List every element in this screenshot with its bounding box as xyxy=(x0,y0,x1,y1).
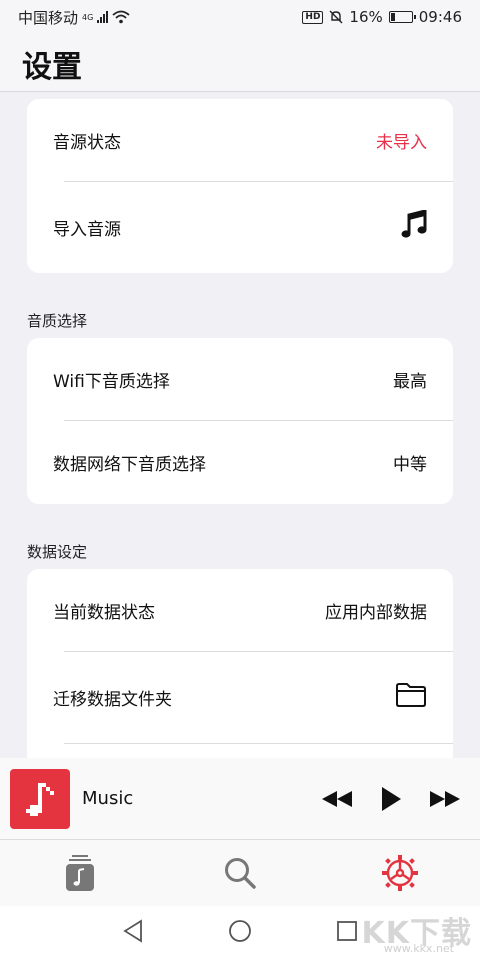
wifi-quality-row[interactable]: Wifi下音质选择 最高 xyxy=(27,338,453,420)
tab-settings[interactable] xyxy=(370,848,430,898)
home-button[interactable] xyxy=(228,919,252,947)
header: 设置 xyxy=(0,34,480,92)
wifi-icon xyxy=(112,10,130,24)
migrate-folder-row[interactable]: 迁移数据文件夹 xyxy=(27,651,453,743)
mobile-quality-value: 中等 xyxy=(393,454,427,475)
mini-player[interactable]: Music xyxy=(0,758,480,840)
search-icon xyxy=(225,858,256,889)
carrier-label: 中国移动 xyxy=(18,8,79,27)
tab-bar xyxy=(0,840,480,906)
back-triangle-icon xyxy=(123,919,142,943)
album-art[interactable] xyxy=(10,768,70,829)
previous-button[interactable] xyxy=(320,789,354,809)
recents-button[interactable] xyxy=(336,920,358,946)
music-note-icon[interactable] xyxy=(401,208,427,245)
import-source-row[interactable]: 导入音源 xyxy=(27,181,453,273)
data-row-partial[interactable] xyxy=(27,743,453,758)
network-type: 4G xyxy=(82,12,94,22)
song-title: Music xyxy=(82,788,134,809)
quality-card: Wifi下音质选择 最高 数据网络下音质选择 中等 xyxy=(27,338,453,504)
hd-icon: HD xyxy=(302,10,324,24)
rewind-icon xyxy=(322,790,352,807)
section-title-data: 数据设定 xyxy=(27,543,88,561)
section-title-quality: 音质选择 xyxy=(27,312,88,330)
data-status-value: 应用内部数据 xyxy=(325,602,427,623)
divider xyxy=(64,181,453,182)
divider xyxy=(64,651,453,652)
clock: 09:46 xyxy=(418,8,462,26)
source-card: 音源状态 未导入 导入音源 xyxy=(27,99,453,273)
back-button[interactable] xyxy=(122,919,144,947)
page-title: 设置 xyxy=(22,50,82,85)
source-status-value: 未导入 xyxy=(376,132,427,153)
next-button[interactable] xyxy=(428,789,462,809)
wifi-quality-value: 最高 xyxy=(393,371,427,392)
battery-percent: 16% xyxy=(349,8,383,26)
signal-icon xyxy=(97,11,109,23)
source-status-row[interactable]: 音源状态 未导入 xyxy=(27,99,453,181)
mobile-quality-row[interactable]: 数据网络下音质选择 中等 xyxy=(27,420,453,504)
mute-bell-icon xyxy=(329,10,343,24)
divider xyxy=(64,743,453,744)
row-label: 导入音源 xyxy=(53,219,121,240)
folder-icon[interactable] xyxy=(395,682,427,713)
row-label: Wifi下音质选择 xyxy=(53,371,170,392)
row-label: 数据网络下音质选择 xyxy=(53,454,206,475)
data-status-row[interactable]: 当前数据状态 应用内部数据 xyxy=(27,569,453,651)
divider xyxy=(64,420,453,421)
status-bar: 中国移动 4G HD 16% 09:46 xyxy=(0,0,480,34)
recents-square-icon xyxy=(337,921,357,941)
row-label: 迁移数据文件夹 xyxy=(53,689,172,710)
settings-icon xyxy=(382,855,418,891)
play-button[interactable] xyxy=(380,786,402,812)
row-label: 当前数据状态 xyxy=(53,602,155,623)
library-icon xyxy=(66,855,94,891)
battery-icon xyxy=(388,11,416,23)
row-label: 音源状态 xyxy=(53,132,121,153)
watermark-url: www.kkx.net xyxy=(383,942,454,955)
play-icon xyxy=(382,786,401,811)
music-note-icon xyxy=(26,782,54,816)
home-circle-icon xyxy=(229,920,251,942)
tab-search[interactable] xyxy=(210,848,270,898)
settings-list[interactable]: 音源状态 未导入 导入音源 音质选择 Wifi下音质选择 最高 数据网络下音质选… xyxy=(0,92,480,758)
tab-library[interactable] xyxy=(50,848,110,898)
data-card: 当前数据状态 应用内部数据 迁移数据文件夹 xyxy=(27,569,453,758)
fast-forward-icon xyxy=(430,790,460,807)
